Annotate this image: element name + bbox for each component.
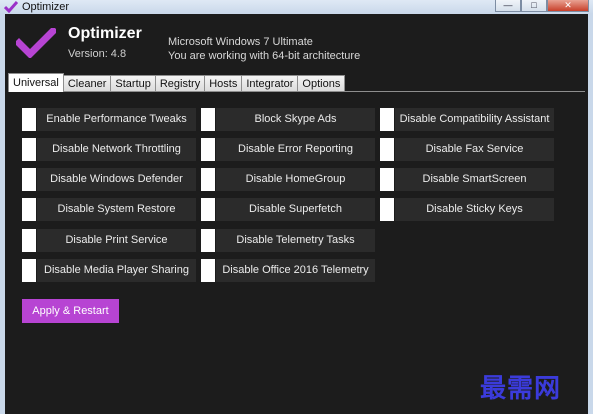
close-button[interactable]: ✕ bbox=[547, 0, 589, 12]
toggle-switch[interactable] bbox=[380, 198, 394, 221]
toggle-label: Block Skype Ads bbox=[216, 108, 375, 131]
tab-cleaner[interactable]: Cleaner bbox=[62, 75, 112, 92]
toggle-label: Disable Error Reporting bbox=[216, 138, 375, 161]
tab-options[interactable]: Options bbox=[297, 75, 346, 92]
toggle-disable-telemetry-tasks[interactable]: Disable Telemetry Tasks bbox=[201, 229, 375, 252]
toggle-switch[interactable] bbox=[22, 198, 36, 221]
toggle-disable-fax-service[interactable]: Disable Fax Service bbox=[380, 138, 554, 161]
app-version: Version: 4.8 bbox=[68, 48, 127, 60]
toggle-label: Disable Print Service bbox=[37, 229, 196, 252]
universal-panel: Enable Performance Tweaks Disable Networ… bbox=[8, 91, 585, 414]
checkmark-icon bbox=[14, 26, 58, 61]
toggle-label: Disable Sticky Keys bbox=[395, 198, 554, 221]
toggle-disable-superfetch[interactable]: Disable Superfetch bbox=[201, 198, 375, 221]
toggle-disable-media-player-sharing[interactable]: Disable Media Player Sharing bbox=[22, 259, 196, 282]
toggle-enable-performance-tweaks[interactable]: Enable Performance Tweaks bbox=[22, 108, 196, 131]
tab-registry[interactable]: Registry bbox=[154, 75, 206, 92]
watermark-text: 最需网 bbox=[480, 374, 562, 404]
window-client: Optimizer Version: 4.8 Microsoft Windows… bbox=[5, 14, 588, 414]
toggle-label: Disable SmartScreen bbox=[395, 168, 554, 191]
window-title: Optimizer bbox=[22, 1, 70, 13]
apply-restart-button[interactable]: Apply & Restart bbox=[22, 299, 119, 323]
toggle-label: Disable Office 2016 Telemetry bbox=[216, 259, 375, 282]
toggle-label: Disable HomeGroup bbox=[216, 168, 375, 191]
toggle-label: Disable Fax Service bbox=[395, 138, 554, 161]
toggle-switch[interactable] bbox=[22, 168, 36, 191]
architecture-info: You are working with 64-bit architecture bbox=[168, 50, 361, 62]
toggle-switch[interactable] bbox=[201, 168, 215, 191]
toggle-label: Disable Network Throttling bbox=[37, 138, 196, 161]
toggle-switch[interactable] bbox=[380, 108, 394, 131]
tab-universal[interactable]: Universal bbox=[8, 73, 64, 92]
toggle-switch[interactable] bbox=[201, 259, 215, 282]
window-titlebar[interactable]: Optimizer — □ ✕ bbox=[0, 0, 593, 14]
app-name: Optimizer bbox=[68, 25, 142, 42]
toggle-disable-print-service[interactable]: Disable Print Service bbox=[22, 229, 196, 252]
toggle-switch[interactable] bbox=[22, 108, 36, 131]
minimize-button[interactable]: — bbox=[495, 0, 521, 12]
toggle-disable-homegroup[interactable]: Disable HomeGroup bbox=[201, 168, 375, 191]
toggle-label: Enable Performance Tweaks bbox=[37, 108, 196, 131]
tab-hosts[interactable]: Hosts bbox=[204, 75, 243, 92]
toggle-switch[interactable] bbox=[201, 138, 215, 161]
toggle-disable-windows-defender[interactable]: Disable Windows Defender bbox=[22, 168, 196, 191]
tab-integrator[interactable]: Integrator bbox=[241, 75, 299, 92]
toggle-label: Disable Media Player Sharing bbox=[37, 259, 196, 282]
toggle-disable-network-throttling[interactable]: Disable Network Throttling bbox=[22, 138, 196, 161]
caption-buttons: — □ ✕ bbox=[495, 0, 589, 12]
toggle-disable-error-reporting[interactable]: Disable Error Reporting bbox=[201, 138, 375, 161]
os-info: Microsoft Windows 7 Ultimate bbox=[168, 36, 313, 48]
toggle-label: Disable Windows Defender bbox=[37, 168, 196, 191]
toggle-switch[interactable] bbox=[380, 138, 394, 161]
toggle-switch[interactable] bbox=[22, 138, 36, 161]
toggle-switch[interactable] bbox=[380, 168, 394, 191]
toggle-switch[interactable] bbox=[201, 229, 215, 252]
toggle-label: Disable System Restore bbox=[37, 198, 196, 221]
toggle-disable-compatibility-assistant[interactable]: Disable Compatibility Assistant bbox=[380, 108, 554, 131]
tab-startup[interactable]: Startup bbox=[110, 75, 156, 92]
toggle-disable-system-restore[interactable]: Disable System Restore bbox=[22, 198, 196, 221]
toggle-label: Disable Telemetry Tasks bbox=[216, 229, 375, 252]
toggle-disable-sticky-keys[interactable]: Disable Sticky Keys bbox=[380, 198, 554, 221]
toggle-switch[interactable] bbox=[201, 198, 215, 221]
tab-strip: Universal Cleaner Startup Registry Hosts… bbox=[8, 73, 346, 92]
toggle-switch[interactable] bbox=[22, 259, 36, 282]
maximize-button[interactable]: □ bbox=[521, 0, 547, 12]
window-frame-right bbox=[588, 14, 593, 414]
toggle-label: Disable Superfetch bbox=[216, 198, 375, 221]
toggle-disable-smartscreen[interactable]: Disable SmartScreen bbox=[380, 168, 554, 191]
toggle-disable-office-2016-telemetry[interactable]: Disable Office 2016 Telemetry bbox=[201, 259, 375, 282]
toggle-block-skype-ads[interactable]: Block Skype Ads bbox=[201, 108, 375, 131]
toggle-switch[interactable] bbox=[201, 108, 215, 131]
toggle-switch[interactable] bbox=[22, 229, 36, 252]
toggle-label: Disable Compatibility Assistant bbox=[395, 108, 554, 131]
